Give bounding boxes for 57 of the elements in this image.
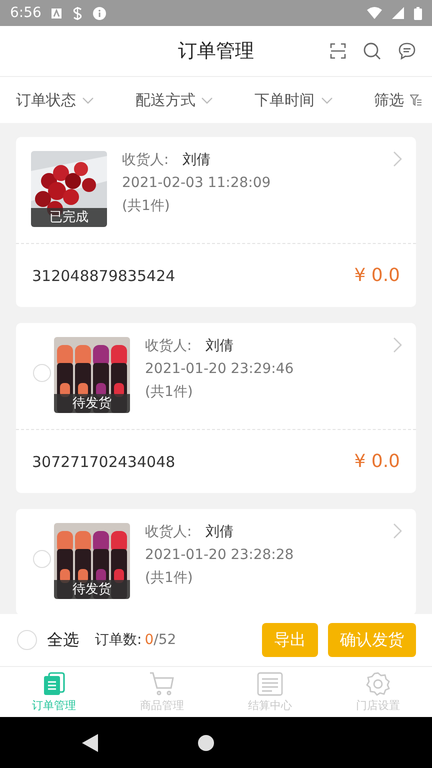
message-icon[interactable] [398,42,416,60]
calendar-icon [257,672,283,696]
item-count: (共1件) [145,569,194,587]
item-count: (共1件) [145,383,194,401]
total-count: /52 [154,632,176,648]
document-icon [42,672,66,696]
order-price: ¥ 0.0 [354,265,400,286]
status-time: 6:56 [10,5,42,21]
item-count: (共1件) [122,197,171,215]
wifi-icon [367,7,382,19]
chevron-down-icon [201,96,214,104]
settings-icon [366,672,390,696]
order-card[interactable]: 已完成 收货人: 刘倩 2021-02-03 11:28:09 (共1件) 312048879835424 ¥ 0.0 [16,137,416,307]
filter-dropdown[interactable]: 筛选 [374,86,422,114]
chevron-down-icon [320,96,333,104]
selected-count: 0 [144,632,154,648]
back-icon[interactable] [82,734,98,752]
consignee-label: 收货人: [145,337,192,355]
order-time: 2021-01-20 23:29:46 [145,361,295,377]
chevron-down-icon [82,96,94,104]
order-status-label: 已完成 [31,208,107,227]
filter-icon [410,94,422,106]
select-radio[interactable] [33,550,51,568]
chevron-right-icon [393,523,402,539]
chevron-right-icon [393,151,402,167]
search-icon[interactable] [363,42,381,60]
consignee-name: 刘倩 [206,523,234,541]
filter-dropdown[interactable]: 配送方式 [135,86,214,114]
info-icon [93,6,106,20]
order-price: ¥ 0.0 [354,451,400,472]
notification-icon [72,6,84,20]
consignee-name: 刘倩 [182,151,211,169]
select-all-label: 全选 [47,630,79,650]
filter-dropdown[interactable]: 下单时间 [254,86,333,114]
order-card[interactable]: 待发货 收货人: 刘倩 2021-01-20 23:28:28 (共1件) [16,509,416,614]
order-status-label: 待发货 [54,394,130,413]
order-count-label: 订单数: [95,631,142,649]
order-number: 307271702434048 [32,452,176,470]
order-card[interactable]: 待发货 收货人: 刘倩 2021-01-20 23:29:46 (共1件) 307271702434048 ¥ 0.0 [16,323,416,493]
notification-icon [51,8,62,18]
filter-dropdown[interactable]: 订单状态 [16,86,94,114]
page-title: 订单管理 [178,39,254,64]
battery-icon [414,6,422,20]
scan-icon[interactable] [330,43,346,59]
consignee-label: 收货人: [145,523,192,541]
order-time: 2021-01-20 23:28:28 [145,547,295,563]
cart-icon [149,672,175,696]
consignee-label: 收货人: [122,151,169,169]
order-status-label: 待发货 [54,580,130,599]
signal-icon [392,7,404,19]
chevron-right-icon [393,337,402,353]
select-radio[interactable] [33,364,51,382]
order-time: 2021-02-03 11:28:09 [122,175,272,191]
home-icon[interactable] [198,734,214,750]
select-all-radio[interactable] [17,630,37,650]
order-number: 312048879835424 [32,266,176,284]
consignee-name: 刘倩 [206,337,234,355]
